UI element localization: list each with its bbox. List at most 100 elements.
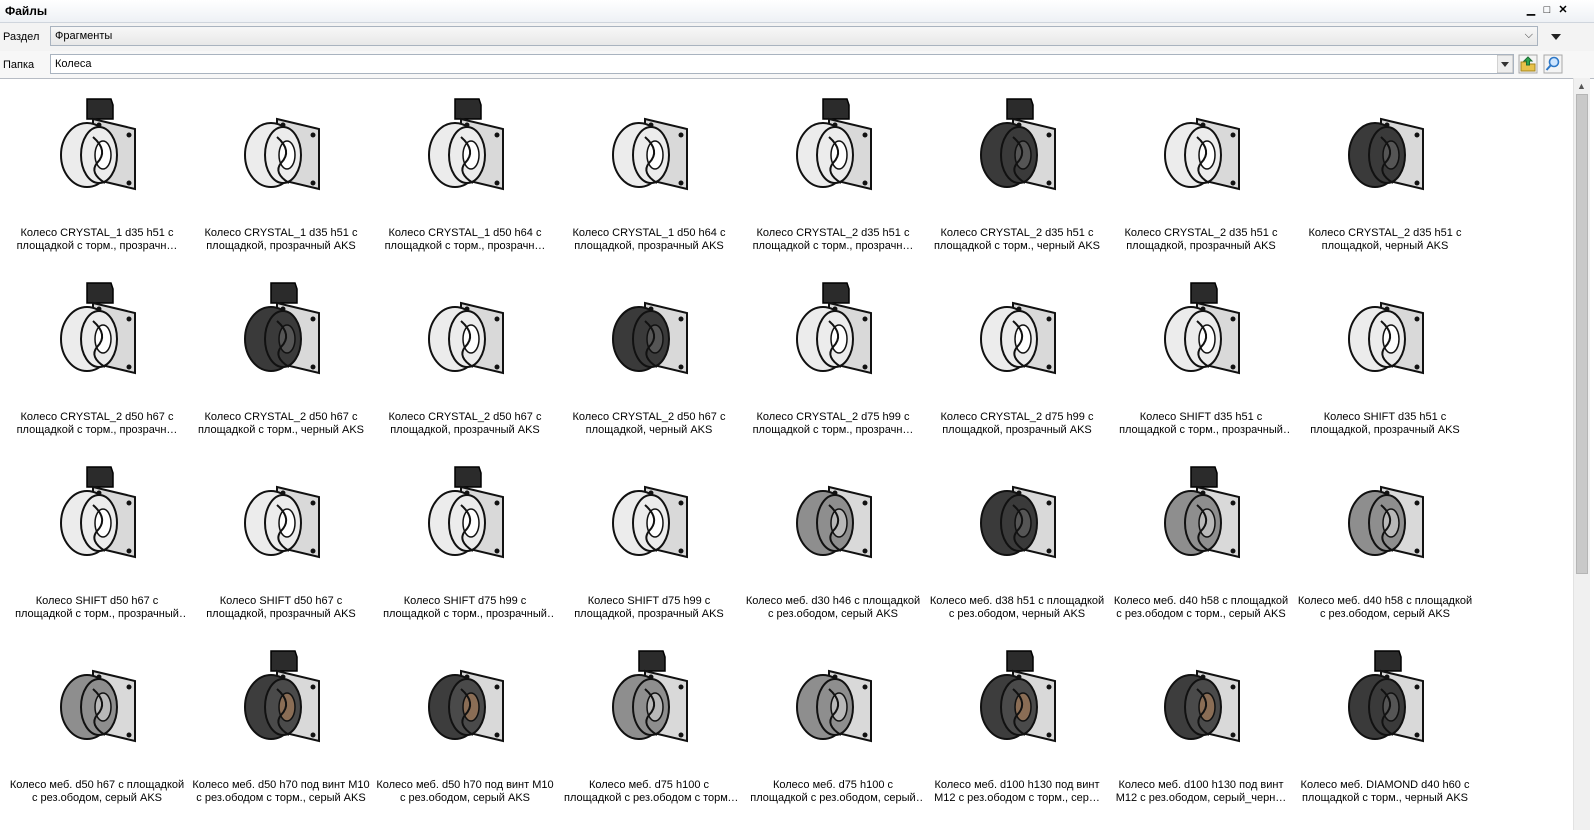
file-item[interactable]: Колесо CRYSTAL_2 d75 h99 с площадкой, пр…: [925, 273, 1109, 457]
file-item[interactable]: Колесо CRYSTAL_1 d35 h51 с площадкой, пр…: [189, 89, 373, 273]
caster-wheel-thumbnail: [1335, 461, 1435, 571]
file-item-label: Колесо CRYSTAL_2 d35 h51 с площадкой с т…: [933, 227, 1101, 252]
file-item[interactable]: Колесо CRYSTAL_2 d35 h51 с площадкой с т…: [925, 89, 1109, 273]
file-item[interactable]: Колесо меб. d38 h51 с площадкой с рез.об…: [925, 457, 1109, 641]
search-icon[interactable]: [1543, 54, 1563, 74]
scrollbar-thumb[interactable]: [1576, 94, 1588, 574]
file-item[interactable]: Колесо CRYSTAL_2 d75 h99 с площадкой с т…: [741, 273, 925, 457]
file-item-label: Колесо SHIFT d35 h51 с площадкой, прозра…: [1310, 411, 1460, 436]
caster-wheel-thumbnail: [231, 277, 331, 387]
file-item-label: Колесо CRYSTAL_2 d50 h67 с площадкой, че…: [572, 411, 726, 436]
file-item-label: Колесо CRYSTAL_1 d35 h51 с площадкой, пр…: [204, 227, 358, 252]
dropdown-arrow-icon[interactable]: [1546, 27, 1566, 47]
file-item-label: Колесо CRYSTAL_2 d75 h99 с площадкой с т…: [752, 411, 914, 436]
file-item[interactable]: Колесо CRYSTAL_2 d50 h67 с площадкой с т…: [189, 273, 373, 457]
file-item-label: Колесо меб. d75 h100 с площадкой с рез.о…: [564, 779, 734, 804]
file-item-label: Колесо меб. d40 h58 с площадкой с рез.об…: [1113, 595, 1289, 620]
caster-wheel-thumbnail: [415, 645, 515, 755]
file-item[interactable]: Колесо CRYSTAL_1 d50 h64 с площадкой, пр…: [557, 89, 741, 273]
file-item-label: Колесо меб. d100 h130 под винт M12 с рез…: [1115, 779, 1287, 804]
chevron-down-icon: ⌵: [1524, 29, 1533, 41]
scroll-up-icon[interactable]: ▲: [1577, 81, 1586, 91]
file-item[interactable]: Колесо SHIFT d75 h99 с площадкой с торм.…: [373, 457, 557, 641]
caster-wheel-thumbnail: [1335, 645, 1435, 755]
file-item[interactable]: Колесо меб. d100 h130 под винт M12 с рез…: [925, 641, 1109, 825]
file-item[interactable]: Колесо меб. d50 h70 под винт M10 с рез.о…: [189, 641, 373, 825]
file-item[interactable]: Колесо меб. d40 h58 с площадкой с рез.об…: [1109, 457, 1293, 641]
file-item[interactable]: Колесо CRYSTAL_1 d50 h64 с площадкой с т…: [373, 89, 557, 273]
file-item[interactable]: Колесо меб. d50 h67 с площадкой с рез.об…: [5, 641, 189, 825]
file-item[interactable]: Колесо меб. d30 h46 с площадкой с рез.об…: [741, 457, 925, 641]
section-row: Раздел Фрагменты ⌵: [0, 23, 1594, 51]
caster-wheel-thumbnail: [599, 93, 699, 203]
file-item-label: Колесо меб. d38 h51 с площадкой с рез.об…: [929, 595, 1105, 620]
caster-wheel-thumbnail: [599, 645, 699, 755]
caster-wheel-thumbnail: [1151, 461, 1251, 571]
file-item[interactable]: Колесо меб. d75 h100 с площадкой с рез.о…: [557, 641, 741, 825]
folder-select[interactable]: Колеса: [50, 54, 1514, 74]
caster-wheel-thumbnail: [47, 277, 147, 387]
file-item-label: Колесо SHIFT d75 h99 с площадкой с торм.…: [383, 595, 547, 620]
caster-wheel-thumbnail: [967, 277, 1067, 387]
caster-wheel-thumbnail: [1151, 93, 1251, 203]
file-item-label: Колесо CRYSTAL_2 d50 h67 с площадкой с т…: [16, 411, 178, 436]
file-item-label: Колесо CRYSTAL_2 d75 h99 с площадкой, пр…: [940, 411, 1094, 436]
close-icon[interactable]: ✕: [1556, 3, 1570, 17]
file-item[interactable]: Колесо меб. d40 h58 с площадкой с рез.об…: [1293, 457, 1477, 641]
file-item-label: Колесо CRYSTAL_1 d50 h64 с площадкой, пр…: [572, 227, 726, 252]
caster-wheel-thumbnail: [415, 93, 515, 203]
section-select[interactable]: Фрагменты ⌵: [50, 26, 1538, 46]
file-item[interactable]: Колесо меб. DIAMOND d40 h60 с площадкой …: [1293, 641, 1477, 825]
maximize-icon[interactable]: □: [1540, 3, 1554, 17]
file-item[interactable]: Колесо CRYSTAL_1 d35 h51 с площадкой с т…: [5, 89, 189, 273]
caster-wheel-thumbnail: [783, 461, 883, 571]
file-item[interactable]: Колесо CRYSTAL_2 d50 h67 с площадкой, че…: [557, 273, 741, 457]
file-list: Колесо CRYSTAL_1 d35 h51 с площадкой с т…: [0, 78, 1594, 831]
file-item[interactable]: Колесо CRYSTAL_2 d50 h67 с площадкой с т…: [5, 273, 189, 457]
file-item[interactable]: Колесо CRYSTAL_2 d35 h51 с площадкой, че…: [1293, 89, 1477, 273]
caster-wheel-thumbnail: [231, 93, 331, 203]
file-item[interactable]: Колесо CRYSTAL_2 d35 h51 с площадкой с т…: [741, 89, 925, 273]
file-item-label: Колесо CRYSTAL_2 d35 h51 с площадкой, пр…: [1124, 227, 1278, 252]
file-item[interactable]: Колесо CRYSTAL_2 d35 h51 с площадкой, пр…: [1109, 89, 1293, 273]
section-label: Раздел: [3, 31, 40, 43]
file-item[interactable]: Колесо меб. d50 h70 под винт M10 с рез.о…: [373, 641, 557, 825]
folder-up-icon[interactable]: [1518, 54, 1538, 74]
minimize-icon[interactable]: ▁: [1524, 3, 1538, 17]
file-item[interactable]: Колесо меб. d100 h130 под винт M12 с рез…: [1109, 641, 1293, 825]
file-item[interactable]: Колесо SHIFT d35 h51 с площадкой с торм.…: [1109, 273, 1293, 457]
caster-wheel-thumbnail: [415, 277, 515, 387]
file-item-label: Колесо SHIFT d35 h51 с площадкой с торм.…: [1119, 411, 1283, 436]
file-item-label: Колесо CRYSTAL_2 d35 h51 с площадкой, че…: [1308, 227, 1462, 252]
file-item-label: Колесо CRYSTAL_1 d50 h64 с площадкой с т…: [384, 227, 546, 252]
file-item-label: Колесо меб. d100 h130 под винт M12 с рез…: [934, 779, 1100, 804]
caster-wheel-thumbnail: [47, 93, 147, 203]
vertical-scrollbar[interactable]: ▲: [1573, 78, 1590, 830]
folder-value: Колеса: [55, 58, 92, 70]
file-item-label: Колесо меб. d40 h58 с площадкой с рез.об…: [1297, 595, 1473, 620]
file-item-label: Колесо SHIFT d50 h67 с площадкой, прозра…: [206, 595, 356, 620]
caster-wheel-thumbnail: [47, 645, 147, 755]
file-item[interactable]: Колесо SHIFT d50 h67 с площадкой с торм.…: [5, 457, 189, 641]
caster-wheel-thumbnail: [967, 461, 1067, 571]
file-item[interactable]: Колесо SHIFT d35 h51 с площадкой, прозра…: [1293, 273, 1477, 457]
file-item-label: Колесо меб. d50 h70 под винт M10 с рез.о…: [376, 779, 554, 804]
file-item[interactable]: Колесо SHIFT d50 h67 с площадкой, прозра…: [189, 457, 373, 641]
file-item-label: Колесо меб. d50 h70 под винт M10 с рез.о…: [192, 779, 370, 804]
caster-wheel-thumbnail: [1151, 645, 1251, 755]
caster-wheel-thumbnail: [599, 461, 699, 571]
caster-wheel-thumbnail: [231, 461, 331, 571]
file-item[interactable]: Колесо меб. d75 h100 с площадкой с рез.о…: [741, 641, 925, 825]
file-item[interactable]: Колесо SHIFT d75 h99 с площадкой, прозра…: [557, 457, 741, 641]
caster-wheel-thumbnail: [47, 461, 147, 571]
thumbnail-grid: Колесо CRYSTAL_1 d35 h51 с площадкой с т…: [5, 89, 1477, 825]
file-item[interactable]: Колесо CRYSTAL_2 d50 h67 с площадкой, пр…: [373, 273, 557, 457]
file-item-label: Колесо меб. d75 h100 с площадкой с рез.о…: [750, 779, 916, 804]
file-item-label: Колесо меб. DIAMOND d40 h60 с площадкой …: [1300, 779, 1470, 804]
chevron-down-icon[interactable]: [1497, 55, 1513, 73]
caster-wheel-thumbnail: [599, 277, 699, 387]
caster-wheel-thumbnail: [783, 645, 883, 755]
file-item-label: Колесо меб. d50 h67 с площадкой с рез.об…: [9, 779, 185, 804]
caster-wheel-thumbnail: [783, 277, 883, 387]
window-title: Файлы: [5, 4, 48, 18]
